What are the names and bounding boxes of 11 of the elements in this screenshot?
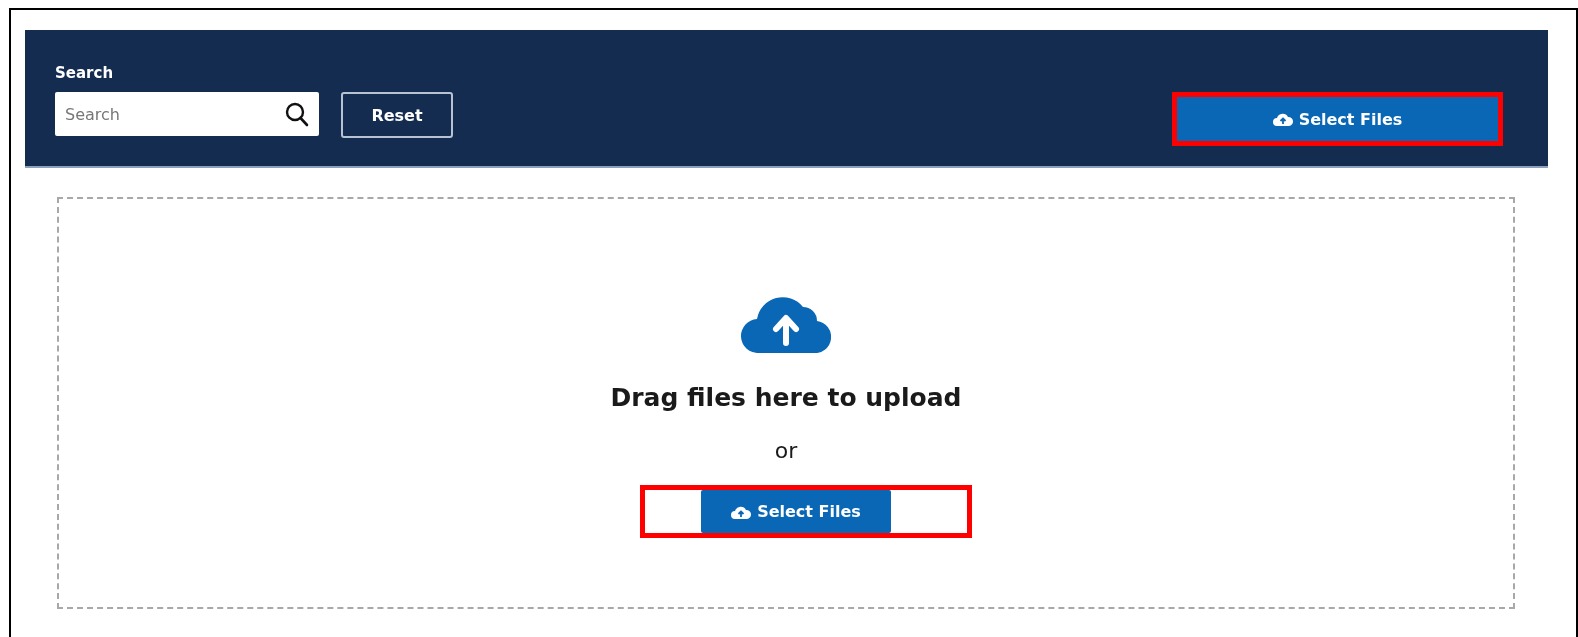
reset-button[interactable]: Reset xyxy=(341,92,453,138)
cloud-upload-icon xyxy=(1272,112,1293,126)
search-field[interactable]: Search xyxy=(55,92,319,136)
select-files-button[interactable]: Select Files xyxy=(701,490,891,533)
cloud-upload-icon xyxy=(731,504,752,519)
search-label: Search xyxy=(55,64,115,82)
select-files-button[interactable]: Select Files xyxy=(1177,97,1498,141)
search-icon xyxy=(285,102,309,127)
or-separator: or xyxy=(774,438,798,463)
drop-zone[interactable]: Drag files here to upload or Select Files xyxy=(57,197,1515,609)
drop-instruction: Drag files here to upload xyxy=(610,383,962,412)
